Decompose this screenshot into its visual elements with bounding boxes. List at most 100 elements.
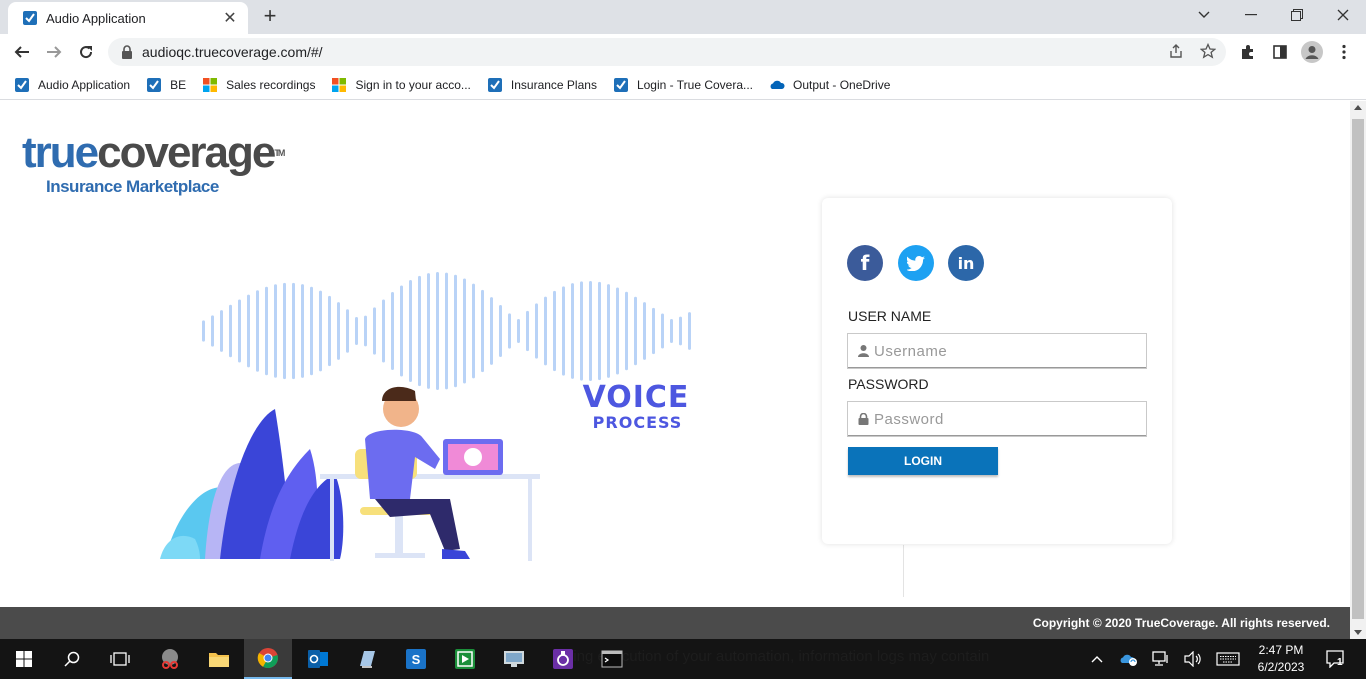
notepad-app-button[interactable]: [343, 639, 391, 679]
logo-part2: coverage: [97, 128, 276, 177]
sound-wave-bar: [283, 282, 286, 380]
sound-wave-bar: [328, 295, 331, 367]
action-center-button[interactable]: 1: [1322, 639, 1348, 679]
close-icon: [1337, 9, 1349, 21]
arrow-right-icon: [47, 46, 62, 58]
facebook-button[interactable]: f: [847, 245, 883, 281]
login-button[interactable]: LOGIN: [848, 447, 998, 475]
keyboard-button[interactable]: [1212, 639, 1244, 679]
restore-button[interactable]: [1274, 0, 1320, 30]
address-bar[interactable]: audioqc.truecoverage.com/#/: [108, 38, 1226, 66]
profile-button[interactable]: [1300, 40, 1324, 64]
password-input[interactable]: [874, 410, 1134, 428]
show-hidden-icons-button[interactable]: [1086, 639, 1108, 679]
checkbox-icon: [487, 77, 502, 92]
network-button[interactable]: [1148, 639, 1174, 679]
play-icon: [455, 649, 475, 669]
minimize-button[interactable]: [1228, 0, 1274, 30]
bookmark-item[interactable]: Audio Application: [14, 77, 130, 93]
tab-close-icon[interactable]: ✕: [222, 8, 238, 28]
task-view-button[interactable]: [96, 639, 144, 679]
close-window-button[interactable]: [1320, 0, 1366, 30]
sound-wave-bar: [517, 319, 520, 343]
password-field[interactable]: [847, 401, 1147, 437]
onedrive-tray-button[interactable]: [1116, 639, 1142, 679]
remote-desktop-button[interactable]: [490, 639, 538, 679]
sound-wave-bar: [535, 303, 538, 359]
scroll-up-icon[interactable]: [1354, 105, 1362, 110]
truecoverage-logo[interactable]: truecoverageTM Insurance Marketplace: [22, 129, 285, 221]
microsoft-icon: [332, 77, 347, 92]
sound-wave-bar: [625, 291, 628, 371]
extensions-button[interactable]: [1236, 40, 1260, 64]
sound-wave-bar: [670, 319, 673, 343]
notepad-icon: [360, 651, 375, 668]
checkbox-icon: [15, 77, 29, 92]
chrome-button[interactable]: [244, 639, 292, 679]
side-panel-button[interactable]: [1268, 40, 1292, 64]
scrollbar-thumb[interactable]: [1352, 119, 1364, 619]
sound-wave-bar: [346, 309, 349, 353]
uipath-assistant-button[interactable]: [539, 639, 587, 679]
bookmark-item[interactable]: Sales recordings: [202, 77, 315, 93]
vertical-divider: [903, 545, 904, 597]
tab-strip: Audio Application ✕ +: [0, 0, 1366, 34]
twitter-button[interactable]: [898, 245, 934, 281]
bookmark-item[interactable]: Insurance Plans: [487, 77, 597, 93]
sound-wave-bar: [499, 305, 502, 357]
share-button[interactable]: [1166, 41, 1186, 61]
bookmark-label: Insurance Plans: [510, 77, 597, 92]
clock-time: 2:47 PM: [1258, 643, 1304, 657]
chevron-down-icon: [1198, 11, 1210, 18]
browser-menu-button[interactable]: [1332, 40, 1356, 64]
bookmark-label: Audio Application: [38, 77, 131, 92]
snipping-tool-button[interactable]: [146, 639, 194, 679]
uipath-studio-button[interactable]: S: [392, 639, 440, 679]
page-footer: Copyright © 2020 TrueCoverage. All right…: [0, 607, 1350, 639]
sound-wave-bar: [445, 272, 448, 390]
page-scrollbar[interactable]: [1350, 101, 1366, 639]
file-explorer-button[interactable]: [195, 639, 243, 679]
password-label: PASSWORD: [848, 376, 929, 392]
bookmark-item[interactable]: Output - OneDrive: [769, 77, 890, 93]
checkbox-favicon-icon: [23, 11, 37, 25]
sound-wave-bar: [409, 279, 412, 383]
kebab-menu-icon: [1342, 44, 1346, 60]
sound-wave-bar: [463, 278, 466, 384]
linkedin-button[interactable]: in: [948, 245, 984, 281]
scroll-down-icon[interactable]: [1354, 630, 1362, 635]
sound-wave-bar: [616, 287, 619, 375]
process-text: PROCESS: [592, 413, 683, 432]
tab-audio-application[interactable]: Audio Application ✕: [8, 2, 248, 34]
system-clock[interactable]: 2:47 PM 6/2/2023: [1248, 642, 1314, 676]
forward-button[interactable]: [42, 40, 66, 64]
uipath-robot-button[interactable]: [441, 639, 489, 679]
command-prompt-button[interactable]: [588, 639, 636, 679]
search-button[interactable]: [48, 639, 96, 679]
bookmark-label: Login - True Covera...: [636, 77, 754, 92]
bookmark-item[interactable]: Login - True Covera...: [613, 77, 753, 93]
sound-wave-bar: [274, 284, 277, 378]
sound-wave-bar: [472, 283, 475, 379]
twitter-icon: [907, 255, 925, 271]
start-button[interactable]: [0, 639, 48, 679]
sound-wave-bar: [310, 286, 313, 376]
sound-wave-bar: [337, 302, 340, 360]
puzzle-icon: [1242, 45, 1253, 59]
tab-search-button[interactable]: [1181, 0, 1227, 30]
browser-toolbar: audioqc.truecoverage.com/#/: [0, 34, 1366, 70]
outlook-button[interactable]: [294, 639, 342, 679]
bookmark-star-button[interactable]: [1198, 41, 1218, 61]
new-tab-button[interactable]: +: [258, 5, 282, 29]
reload-button[interactable]: [74, 40, 98, 64]
username-field[interactable]: [847, 333, 1147, 369]
voice-text: VOICE: [582, 380, 690, 415]
back-button[interactable]: [10, 40, 34, 64]
volume-button[interactable]: [1180, 639, 1206, 679]
sound-wave-bar: [589, 280, 592, 382]
sound-wave-bar: [319, 290, 322, 372]
bookmark-item[interactable]: BE: [146, 77, 186, 93]
username-input[interactable]: [874, 342, 1134, 360]
sound-wave-bar: [688, 312, 691, 350]
bookmark-item[interactable]: Sign in to your acco...: [331, 77, 471, 93]
